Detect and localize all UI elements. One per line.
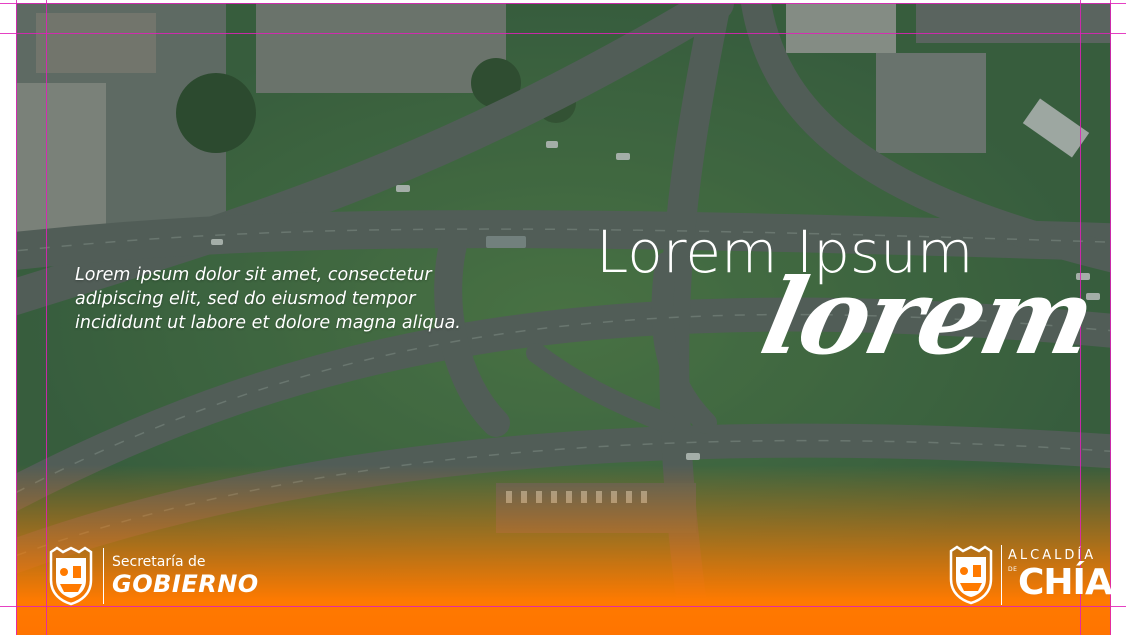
body-text: Lorem ipsum dolor sit amet, consectetur …	[75, 265, 461, 333]
guide-line	[46, 0, 47, 635]
logo-divider	[1001, 545, 1002, 605]
guide-line	[0, 3, 1126, 4]
secretaria-gobierno-logo: Secretaría de GOBIERNO	[47, 546, 259, 606]
guide-line	[1110, 0, 1111, 635]
logo-divider	[103, 548, 104, 604]
alcaldia-chia-logo: ALCALDÍA DE CHÍA	[947, 545, 1113, 605]
guide-line	[0, 33, 1126, 34]
guide-line	[16, 0, 17, 635]
coat-of-arms-icon	[49, 546, 93, 606]
secretaria-label: Secretaría de	[112, 554, 206, 570]
gobierno-label: GOBIERNO	[112, 570, 259, 598]
chia-label: CHÍA	[1018, 562, 1113, 603]
de-label: DE	[1008, 566, 1018, 573]
coat-of-arms-icon	[949, 545, 993, 605]
guide-line	[0, 606, 1126, 607]
script-word: lorem	[751, 255, 1103, 378]
